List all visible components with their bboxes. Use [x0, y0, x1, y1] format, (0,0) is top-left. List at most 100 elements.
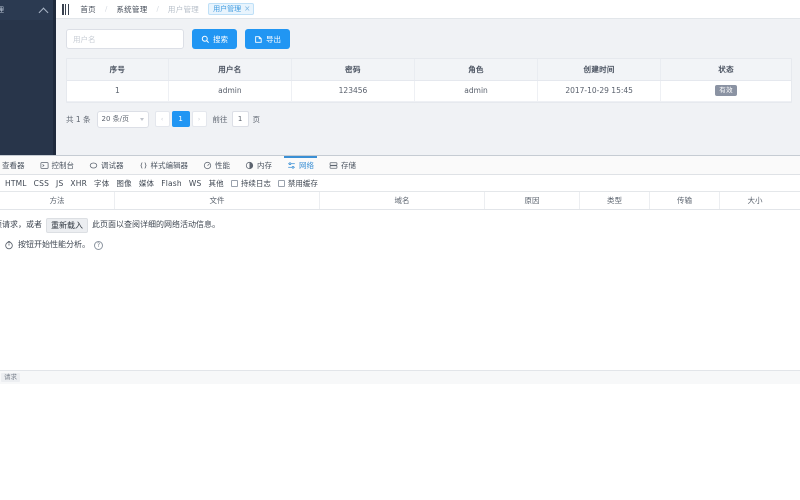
style-editor-icon	[139, 161, 147, 169]
filter-other[interactable]: 其他	[208, 178, 223, 189]
disable-cache-checkbox[interactable]: 禁用缓存	[277, 178, 318, 189]
devtools-tab-performance[interactable]: 性能	[196, 156, 238, 174]
prev-page-button[interactable]: ‹	[154, 111, 170, 127]
empty-message-line-2: 按钮开始性能分析。 ?	[4, 237, 800, 253]
devtools-tab-memory[interactable]: 内存	[238, 156, 280, 174]
sidebar-menu: 理 理 理 理 理	[0, 20, 56, 155]
devtools-tab-label: 控制台	[51, 160, 75, 170]
sidebar-item-0[interactable]: 理	[0, 26, 56, 48]
devtools-tab-label: 网络	[299, 160, 314, 170]
network-request-list	[0, 253, 800, 370]
devtools-tab-label: 查看器	[2, 160, 25, 170]
debugger-icon	[89, 162, 98, 168]
devtools-tab-storage[interactable]: 存储	[322, 156, 364, 174]
table-row[interactable]: 1 admin 123456 admin 2017-10-29 15:45 有效	[67, 80, 791, 102]
search-button-label: 搜索	[213, 34, 228, 44]
persist-logs-label: 持续日志	[240, 178, 271, 188]
devtools-bottom-area	[0, 383, 800, 500]
sidebar-item-4[interactable]: 理	[0, 134, 56, 155]
devtools-tab-network[interactable]: 网络	[280, 156, 322, 174]
devtools-panel: 查看器 控制台 调试器 样式编辑器 性能 内存 网络 存储 HTML CSS J…	[0, 155, 800, 500]
devtools-tab-label: 性能	[215, 160, 230, 170]
filter-images[interactable]: 图像	[116, 178, 131, 189]
disable-cache-label: 禁用缓存	[287, 178, 318, 188]
filter-fonts[interactable]: 字体	[94, 178, 109, 189]
sidebar: 统管理 理 理 理 理 理	[0, 0, 56, 155]
filter-media[interactable]: 媒体	[139, 178, 154, 189]
cell-created: 2017-10-29 15:45	[537, 80, 662, 102]
net-column-type[interactable]: 类型	[580, 192, 650, 209]
filter-js[interactable]: JS	[56, 179, 63, 188]
tab-label: 用户管理	[213, 5, 242, 13]
filter-xhr[interactable]: XHR	[70, 179, 87, 188]
chevron-up-icon[interactable]	[39, 6, 48, 15]
page-size-select[interactable]: 20 条/页	[96, 110, 149, 128]
devtools-tabbar: 查看器 控制台 调试器 样式编辑器 性能 内存 网络 存储	[0, 156, 800, 175]
filter-html[interactable]: HTML	[5, 179, 27, 188]
pagination-nav: ‹ 1 ›	[154, 111, 207, 127]
page-number-1[interactable]: 1	[171, 111, 190, 127]
filter-css[interactable]: CSS	[34, 179, 49, 188]
sidebar-item-2[interactable]: 理	[0, 80, 56, 102]
goto-suffix-label: 页	[252, 114, 261, 124]
goto-page-input[interactable]: 1	[231, 111, 249, 127]
network-table-header: 方法 文件 域名 原因 类型 传输 大小	[0, 192, 800, 210]
tab-user-management[interactable]: 用户管理 ×	[208, 3, 255, 15]
network-icon	[288, 161, 295, 169]
empty-message-line2-text: 按钮开始性能分析。	[18, 240, 90, 249]
grip-bars-icon[interactable]	[62, 3, 70, 15]
screen-root: 统管理 理 理 理 理 理	[0, 0, 800, 500]
network-filter-bar: HTML CSS JS XHR 字体 图像 媒体 Flash WS 其他 持续日…	[0, 175, 800, 192]
breadcrumb-item-home[interactable]: 首页	[80, 4, 96, 15]
net-column-size[interactable]: 大小	[720, 192, 790, 209]
network-empty-message: 至少一项请求，或者 重新载入 此页面以查阅详细的网络活动信息。 按钮开始性能分析…	[0, 210, 800, 253]
next-page-button[interactable]: ›	[191, 111, 207, 127]
column-header-status[interactable]: 状态	[660, 59, 791, 81]
devtools-tab-inspector[interactable]: 查看器	[0, 156, 33, 174]
net-column-transferred[interactable]: 传输	[650, 192, 720, 209]
column-header-username[interactable]: 用户名	[168, 59, 292, 81]
goto-prefix-label: 前往	[212, 114, 228, 124]
help-icon[interactable]: ?	[94, 240, 103, 250]
export-button-label: 导出	[266, 34, 281, 44]
column-header-password[interactable]: 密码	[291, 59, 416, 81]
search-icon	[201, 35, 209, 43]
breadcrumb-separator: /	[156, 5, 159, 13]
filter-flash[interactable]: Flash	[161, 179, 182, 188]
column-header-created[interactable]: 创建时间	[537, 59, 662, 81]
export-button[interactable]: 导出	[245, 29, 290, 49]
sidebar-header[interactable]: 统管理	[0, 0, 56, 20]
stopwatch-icon[interactable]	[4, 240, 14, 250]
filter-ws[interactable]: WS	[189, 179, 202, 188]
column-header-role[interactable]: 角色	[414, 59, 539, 81]
net-column-method[interactable]: 方法	[0, 192, 115, 209]
search-input[interactable]	[66, 29, 184, 49]
pagination: 共 1 条 20 条/页 ‹ 1 › 前往 1 页	[66, 110, 792, 128]
devtools-tab-console[interactable]: 控制台	[33, 156, 83, 174]
status-bar-chip: 请求	[1, 372, 20, 382]
devtools-status-bar: 请求	[0, 369, 800, 384]
checkbox-icon	[277, 179, 285, 187]
column-header-index[interactable]: 序号	[67, 59, 169, 81]
memory-icon	[245, 161, 254, 169]
content-panel: 搜索 导出	[56, 19, 800, 155]
table-header-row: 序号 用户名 密码 角色 创建时间 状态	[67, 59, 791, 81]
devtools-tab-style-editor[interactable]: 样式编辑器	[132, 156, 197, 174]
empty-message-post: 此页面以查阅详细的网络活动信息。	[92, 220, 220, 229]
net-column-cause[interactable]: 原因	[485, 192, 580, 209]
sidebar-item-3[interactable]: 理	[0, 107, 56, 129]
devtools-tab-debugger[interactable]: 调试器	[82, 156, 132, 174]
persist-logs-checkbox[interactable]: 持续日志	[230, 178, 271, 189]
empty-message-pre: 至少一项请求，或者	[0, 220, 42, 229]
cell-password: 123456	[291, 80, 416, 102]
net-column-domain[interactable]: 域名	[320, 192, 485, 209]
breadcrumb-item-user: 用户管理	[167, 4, 200, 14]
search-toolbar: 搜索 导出	[66, 28, 792, 50]
net-column-file[interactable]: 文件	[115, 192, 320, 209]
sidebar-item-1[interactable]: 理	[0, 53, 56, 75]
close-icon[interactable]: ×	[244, 5, 250, 13]
reload-button[interactable]: 重新载入	[46, 217, 88, 233]
breadcrumb-item-system[interactable]: 系统管理	[116, 4, 147, 15]
breadcrumb-separator: /	[104, 5, 108, 13]
search-button[interactable]: 搜索	[192, 29, 237, 49]
